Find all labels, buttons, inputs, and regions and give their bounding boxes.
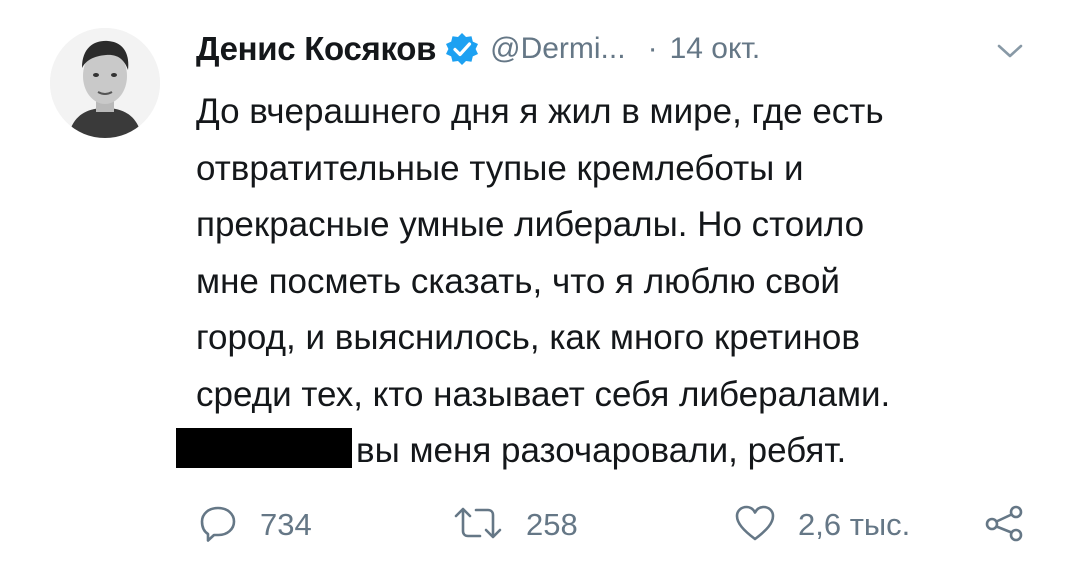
tweet-text-line: мне посметь сказать, что я люблю свой (196, 261, 840, 301)
author-handle[interactable]: @Dermi... (490, 32, 625, 66)
reply-button[interactable]: 734 (198, 490, 312, 560)
tweet-text-line: отвратительные тупые кремлеботы и (196, 148, 804, 188)
tweet-text-line: До вчерашнего дня я жил в мире, где есть (196, 92, 884, 131)
like-button[interactable]: 2,6 тыс. (734, 490, 910, 560)
reply-count: 734 (260, 507, 312, 542)
share-button[interactable] (982, 490, 1026, 560)
separator-dot: · (647, 32, 658, 65)
avatar[interactable] (50, 28, 160, 138)
share-icon (982, 503, 1026, 548)
heart-icon (734, 503, 776, 548)
verified-badge-icon (444, 31, 480, 67)
tweet-card[interactable]: Денис Косяков @Dermi... · 14 окт. До вче… (0, 0, 1080, 583)
retweet-count: 258 (526, 507, 578, 542)
tweet-text-line: город, и выяснилось, как много кретинов (196, 318, 860, 357)
tweet-text: До вчерашнего дня я жил в мире, где есть… (176, 84, 1056, 480)
tweet-header: Денис Косяков @Dermi... · 14 окт. (196, 24, 760, 74)
tweet-text-last-line: вы меня разочаровали, ребят. (176, 423, 1056, 480)
tweet-text-line: прекрасные умные либералы. Но стоило (196, 205, 865, 244)
tweet-text-line: среди тех, кто называет себя либералами. (196, 374, 891, 414)
redaction-bar (176, 428, 352, 468)
like-count: 2,6 тыс. (798, 507, 911, 542)
tweet-actions: 734 258 2,6 тыс. (0, 490, 1080, 560)
reply-icon (198, 503, 238, 548)
retweet-button[interactable]: 258 (452, 490, 578, 560)
author-name[interactable]: Денис Косяков (196, 30, 436, 68)
tweet-text-line: вы меня разочаровали, ребят. (356, 431, 847, 470)
chevron-down-icon[interactable] (990, 36, 1030, 66)
timestamp[interactable]: 14 окт. (670, 32, 761, 66)
retweet-icon (452, 503, 504, 548)
